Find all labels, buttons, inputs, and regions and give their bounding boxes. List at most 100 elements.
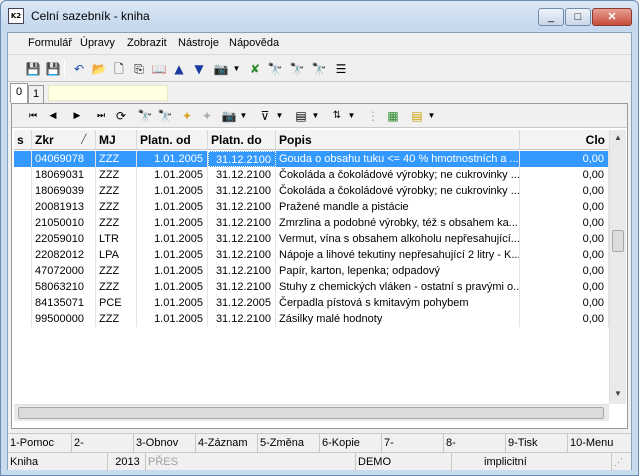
search-binoculars-icon[interactable]: 🔭 [136,107,154,125]
next-record-icon[interactable]: ▶ [68,107,86,125]
binoculars-icon[interactable]: 🔭 [266,60,284,78]
cell-od[interactable]: 1.01.2005 [137,247,208,263]
cell-do[interactable]: 31.12.2100 [208,215,276,231]
cell-clo[interactable]: 0,00 [520,215,609,231]
menu-napoveda[interactable]: Nápověda [229,37,279,49]
cell-od[interactable]: 1.01.2005 [137,311,208,327]
vertical-scrollbar[interactable]: ▲ ▼ [609,130,626,404]
horizontal-scroll-thumb[interactable] [18,407,604,419]
cell-zkr[interactable]: 22059010 [32,231,96,247]
cell-od[interactable]: 1.01.2005 [137,183,208,199]
table-row[interactable]: 20081913 ZZZ 1.01.2005 31.12.2100 Pražené ma… [14,199,609,215]
cell-clo[interactable]: 0,00 [520,263,609,279]
columns-dropdown-icon[interactable]: ▼ [311,107,320,125]
copy-icon[interactable]: ⎘ [130,60,148,78]
cell-s[interactable] [14,183,32,199]
cell-clo[interactable]: 0,00 [520,279,609,295]
cell-s[interactable] [14,167,32,183]
move-down-icon[interactable]: ▼ [190,60,208,78]
table-row[interactable]: 18069039 ZZZ 1.01.2005 31.12.2100 Čokoláda a… [14,183,609,199]
report-icon[interactable]: ▤ [408,107,426,125]
cell-s[interactable] [14,311,32,327]
cell-popis[interactable]: Pražené mandle a pistácie [276,199,520,215]
cell-s[interactable] [14,231,32,247]
save-icon[interactable]: 💾 [24,60,42,78]
cell-mj[interactable]: ZZZ [96,199,137,215]
cell-do[interactable]: 31.12.2100 [208,199,276,215]
cell-do[interactable]: 31.12.2100 [208,247,276,263]
fkey-5[interactable]: 5-Změna [258,434,320,452]
cell-od[interactable]: 1.01.2005 [137,215,208,231]
fkey-4[interactable]: 4-Záznam [196,434,258,452]
cell-mj[interactable]: ZZZ [96,167,137,183]
cell-od[interactable]: 1.01.2005 [137,263,208,279]
table-row[interactable]: 47072000 ZZZ 1.01.2005 31.12.2100 Papír, kar… [14,263,609,279]
cell-popis[interactable]: Stuhy z chemických vláken - ostatní s pr… [276,279,520,295]
cell-popis[interactable]: Gouda o obsahu tuku <= 40 % hmotnostních… [276,151,520,167]
cell-clo[interactable]: 0,00 [520,151,609,167]
menu-formular[interactable]: Formulář [28,37,72,49]
cell-clo[interactable]: 0,00 [520,231,609,247]
cell-clo[interactable]: 0,00 [520,247,609,263]
tree-view-icon[interactable]: ⋮ [364,107,382,125]
export-dropdown-icon[interactable]: ▼ [239,107,248,125]
column-header-clo[interactable]: Clo [520,130,609,150]
cell-zkr[interactable]: 04069078 [32,151,96,167]
scroll-down-icon[interactable]: ▼ [610,386,626,402]
table-row[interactable]: 04069078 ZZZ 1.01.2005 31.12.2100 Gouda o ob… [14,151,609,167]
cell-popis[interactable]: Zásilky malé hodnoty [276,311,520,327]
cell-mj[interactable]: LPA [96,247,137,263]
cell-do[interactable]: 31.12.2100 [208,151,276,167]
export-camera-icon[interactable]: 📷 [220,107,238,125]
cell-popis[interactable]: Čokoláda a čokoládové výrobky; ne cukrov… [276,167,520,183]
cell-s[interactable] [14,215,32,231]
cell-mj[interactable]: PCE [96,295,137,311]
table-row[interactable]: 99500000 ZZZ 1.01.2005 31.12.2100 Zásilky ma… [14,311,609,327]
table-row[interactable]: 18069031 ZZZ 1.01.2005 31.12.2100 Čokoláda a… [14,167,609,183]
tab-1[interactable]: 1 [28,85,44,103]
horizontal-scrollbar[interactable] [14,404,609,421]
last-record-icon[interactable]: ⏭ [92,107,110,125]
cell-do[interactable]: 31.12.2100 [208,279,276,295]
previous-record-icon[interactable]: ◀ [44,107,62,125]
cell-s[interactable] [14,151,32,167]
cell-od[interactable]: 1.01.2005 [137,279,208,295]
column-header-popis[interactable]: Popis [276,130,520,150]
fkey-7[interactable]: 7- [382,434,444,452]
table-row[interactable]: 21050010 ZZZ 1.01.2005 31.12.2100 Zmrzlina a… [14,215,609,231]
cell-clo[interactable]: 0,00 [520,311,609,327]
tab-filter-field[interactable] [48,85,168,101]
cell-zkr[interactable]: 84135071 [32,295,96,311]
move-up-icon[interactable]: ▲ [170,60,188,78]
cell-clo[interactable]: 0,00 [520,183,609,199]
cell-zkr[interactable]: 22082012 [32,247,96,263]
add-record-icon[interactable]: ✦ [178,107,196,125]
cell-od[interactable]: 1.01.2005 [137,151,208,167]
cell-popis[interactable]: Čerpadla pístová s kmitavým pohybem [276,295,520,311]
filter-off-icon[interactable]: ✘ [246,60,264,78]
fkey-9[interactable]: 9-Tisk [506,434,568,452]
cell-do[interactable]: 31.12.2100 [208,167,276,183]
table-row[interactable]: 58063210 ZZZ 1.01.2005 31.12.2100 Stuhy z ch… [14,279,609,295]
cell-zkr[interactable]: 18069039 [32,183,96,199]
cell-do[interactable]: 31.12.2100 [208,183,276,199]
camera-icon[interactable]: 📷 [212,60,230,78]
title-bar[interactable]: K2 Celní sazebník - kniha _ □ ✕ [1,1,638,31]
cell-do[interactable]: 31.12.2100 [208,311,276,327]
resize-grip-icon[interactable]: ⋰ [612,453,631,471]
cell-s[interactable] [14,247,32,263]
vertical-scroll-thumb[interactable] [612,230,624,252]
undo-icon[interactable]: ↶ [70,60,88,78]
report-dropdown-icon[interactable]: ▼ [427,107,436,125]
minimize-button[interactable]: _ [538,8,564,26]
cell-zkr[interactable]: 18069031 [32,167,96,183]
camera-dropdown-icon[interactable]: ▼ [232,60,241,78]
cell-od[interactable]: 1.01.2005 [137,295,208,311]
menu-zobrazit[interactable]: Zobrazit [127,37,167,49]
filter-dropdown-icon[interactable]: ▼ [275,107,284,125]
first-record-icon[interactable]: ⏮ [24,107,42,125]
fkey-6[interactable]: 6-Kopie [320,434,382,452]
cell-mj[interactable]: ZZZ [96,151,137,167]
cell-do[interactable]: 31.12.2100 [208,231,276,247]
cell-od[interactable]: 1.01.2005 [137,199,208,215]
